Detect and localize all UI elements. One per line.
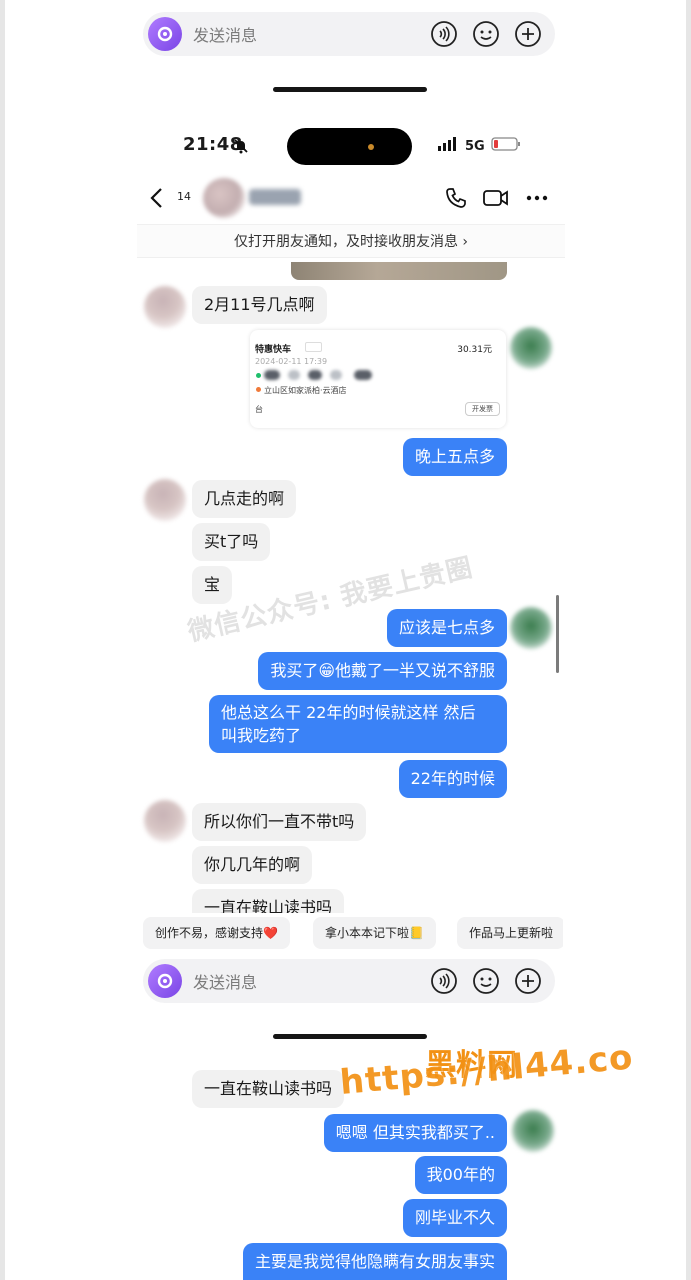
message-out: 我00年的 [414, 1156, 507, 1194]
message-out: 22年的时候 [398, 760, 507, 798]
message-in: 宝 [192, 566, 233, 604]
message-in: 所以你们一直不带t吗 [192, 803, 367, 841]
message-out: 应该是七点多 [386, 609, 507, 647]
redacted-text [308, 370, 322, 380]
message-in-clipped: 一直在鞍山读书吗 [192, 889, 345, 913]
ride-receipt-card[interactable]: 特惠快车 30.31元 2024-02-11 17:39 立山区如家派柏·云酒店… [250, 330, 506, 428]
quick-reply-chip[interactable]: 作品马上更新啦 [457, 917, 563, 949]
ride-card-datetime: 2024-02-11 17:39 [255, 357, 328, 366]
redacted-text [288, 370, 300, 380]
right-edge [686, 0, 691, 1280]
app-logo-icon[interactable] [148, 964, 182, 998]
contact-avatar[interactable] [203, 178, 245, 218]
end-dot-icon [256, 387, 261, 392]
quick-reply-chip[interactable]: 拿小本本记下啦📒 [313, 917, 436, 949]
message-out-multiline: 他总这么干 22年的时候就这样 然后 叫我吃药了 [209, 695, 507, 753]
chat-header: 14 [143, 176, 563, 220]
ride-card-tag [305, 342, 323, 352]
ride-card-title: 特惠快车 [255, 345, 292, 355]
status-indicators: 5G [438, 136, 521, 156]
redacted-text [330, 370, 342, 380]
message-in: 一直在鞍山读书吗 [192, 1070, 345, 1108]
video-call-icon[interactable] [483, 186, 509, 210]
contact-name-blurred[interactable] [249, 189, 301, 205]
contact-avatar[interactable] [144, 800, 186, 842]
home-indicator [273, 87, 427, 92]
quick-reply-chip[interactable]: 创作不易，感谢支持❤️ [143, 917, 290, 949]
my-avatar[interactable] [510, 607, 552, 649]
message-in: 你几几年的啊 [192, 846, 313, 884]
unread-count[interactable]: 14 [177, 190, 191, 203]
voice-icon[interactable] [429, 19, 459, 49]
quick-reply-chip-clipped[interactable]: 作品马上更新啦 [457, 917, 563, 949]
contact-avatar[interactable] [144, 479, 186, 521]
dynamic-island [287, 128, 412, 165]
ride-card-price: 30.31元 [457, 345, 492, 355]
image-message-partial[interactable] [291, 262, 507, 280]
scrollbar[interactable] [556, 595, 559, 673]
left-edge [0, 0, 5, 1280]
start-dot-icon [256, 373, 261, 378]
emoji-icon[interactable] [471, 19, 501, 49]
message-out: 嗯嗯 但其实我都买了.. [323, 1114, 507, 1152]
notification-banner[interactable]: 仅打开朋友通知，及时接收朋友消息 › [137, 224, 565, 258]
contact-avatar[interactable] [144, 286, 186, 328]
my-avatar[interactable] [510, 327, 552, 369]
phone-icon[interactable] [443, 186, 469, 210]
message-input-bar[interactable]: 发送消息 [143, 959, 555, 1003]
more-icon[interactable] [524, 186, 550, 210]
invoice-button[interactable]: 开发票 [465, 402, 500, 416]
message-in: 2月11号几点啊 [192, 286, 327, 324]
message-input-placeholder[interactable]: 发送消息 [193, 969, 429, 993]
back-arrow-icon[interactable] [149, 187, 165, 213]
plus-icon[interactable] [513, 19, 543, 49]
redacted-text [354, 370, 372, 380]
ride-card-address: 立山区如家派柏·云酒店 [264, 386, 347, 395]
my-avatar[interactable] [512, 1110, 554, 1152]
emoji-icon[interactable] [471, 966, 501, 996]
redacted-text [264, 370, 280, 380]
message-line: 叫我吃药了 [221, 726, 302, 745]
voice-icon[interactable] [429, 966, 459, 996]
message-out: 主要是我觉得他隐瞒有女朋友事实 [242, 1243, 507, 1280]
screenshot-collage: 发送消息 21:48 5G 14 仅打开朋友通知，及时接收朋友消息 › 2月11… [0, 0, 691, 1280]
home-indicator [273, 1034, 427, 1039]
message-input-placeholder[interactable]: 发送消息 [193, 22, 429, 46]
message-in: 买t了吗 [192, 523, 271, 561]
message-input-bar-top[interactable]: 发送消息 [143, 12, 555, 56]
app-logo-icon[interactable] [148, 17, 182, 51]
message-in: 一直在鞍山读书吗 [192, 889, 345, 913]
message-out: 我买了😁他戴了一半又说不舒服 [258, 652, 507, 690]
ride-card-footer: 台 [255, 405, 263, 414]
camera-dot [368, 144, 374, 150]
battery-icon [491, 137, 521, 155]
network-label: 5G [465, 138, 485, 154]
message-out: 刚毕业不久 [402, 1199, 507, 1237]
signal-icon [438, 137, 460, 155]
message-in: 几点走的啊 [192, 480, 297, 518]
message-out: 晚上五点多 [402, 438, 507, 476]
bell-muted-icon [233, 138, 249, 158]
plus-icon[interactable] [513, 966, 543, 996]
message-line: 他总这么干 22年的时候就这样 然后 [221, 703, 476, 722]
